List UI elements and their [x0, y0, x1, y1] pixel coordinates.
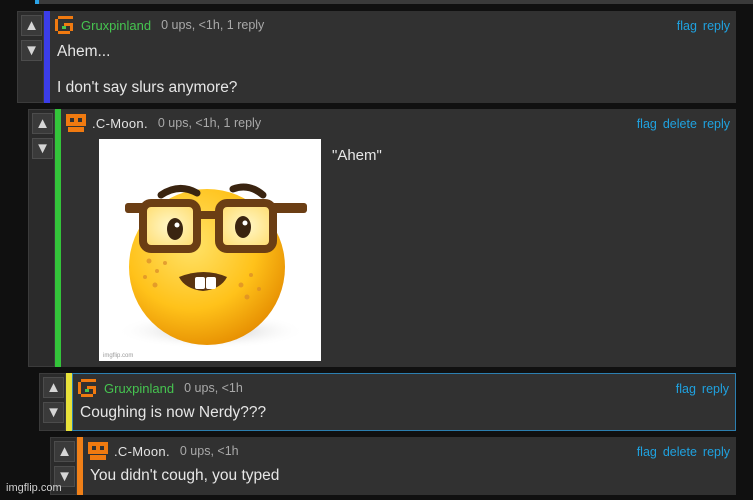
comment-meta: 0 ups, <1h — [179, 444, 239, 458]
vote-column: ▲ ▼ — [39, 373, 66, 431]
comment-actions: flag delete reply — [631, 117, 730, 131]
arrow-down-icon: ▼ — [35, 140, 50, 157]
previous-comment-edge — [35, 0, 753, 4]
reply-link[interactable]: reply — [703, 19, 730, 33]
comment-header: .C-Moon. 0 ups, <1h, 1 reply — [65, 113, 261, 133]
arrow-up-icon: ▲ — [46, 379, 61, 396]
imgflip-watermark: imgflip.com — [6, 482, 62, 494]
reply-link[interactable]: reply — [702, 382, 729, 396]
comment-text-line: Coughing is now Nerdy??? — [80, 404, 267, 421]
comment-text-line: Ahem... — [57, 43, 111, 60]
reply-link[interactable]: reply — [703, 445, 730, 459]
reply-link[interactable]: reply — [703, 117, 730, 131]
comment-meta: 0 ups, <1h — [184, 381, 243, 395]
comment-meta: 0 ups, <1h, 1 reply — [161, 18, 265, 32]
image-caption: "Ahem" — [332, 147, 382, 164]
gruxpinland-pixel-avatar-icon[interactable] — [77, 378, 101, 398]
comment-text-line: I don't say slurs anymore? — [57, 79, 238, 96]
comment-body: .C-Moon. 0 ups, <1h flag delete reply You … — [83, 437, 736, 495]
flag-link[interactable]: flag — [676, 382, 696, 396]
comment-4: ▲ ▼ .C-Moon. 0 ups, <1h flag delete reply … — [50, 437, 736, 495]
comment-actions: flag reply — [670, 382, 729, 396]
image-watermark: imgflip.com — [103, 353, 133, 359]
upvote-button[interactable]: ▲ — [32, 113, 53, 134]
comment-1: ▲ ▼ Gruxpinland 0 ups, <1h, 1 reply flag… — [17, 11, 736, 103]
arrow-down-icon: ▼ — [24, 42, 39, 59]
delete-link[interactable]: delete — [663, 445, 697, 459]
downvote-button[interactable]: ▼ — [43, 402, 64, 423]
arrow-up-icon: ▲ — [57, 443, 72, 460]
username-link[interactable]: .C-Moon. — [114, 444, 170, 459]
comment-actions: flag reply — [671, 19, 730, 33]
arrow-up-icon: ▲ — [24, 17, 39, 34]
gruxpinland-pixel-avatar-icon[interactable] — [54, 15, 78, 35]
upvote-button[interactable]: ▲ — [54, 441, 75, 462]
delete-link[interactable]: delete — [663, 117, 697, 131]
upvote-button[interactable]: ▲ — [43, 377, 64, 398]
comment-2: ▲ ▼ .C-Moon. 0 ups, <1h, 1 reply flag del… — [28, 109, 736, 367]
comment-meta: 0 ups, <1h, 1 reply — [157, 116, 262, 130]
comment-header: Gruxpinland 0 ups, <1h — [77, 378, 243, 398]
comment-body: .C-Moon. 0 ups, <1h, 1 reply flag delete r… — [61, 109, 736, 367]
arrow-down-icon: ▼ — [46, 404, 61, 421]
upvote-button[interactable]: ▲ — [21, 15, 42, 36]
cmoon-pixel-avatar-icon[interactable] — [87, 441, 111, 461]
cmoon-pixel-avatar-icon[interactable] — [65, 113, 89, 133]
flag-link[interactable]: flag — [677, 19, 697, 33]
comment-3: ▲ ▼ Gruxpinland 0 ups, <1h flag reply Cou… — [39, 373, 736, 431]
comment-header: .C-Moon. 0 ups, <1h — [87, 441, 239, 461]
downvote-button[interactable]: ▼ — [21, 40, 42, 61]
comment-body: Gruxpinland 0 ups, <1h flag reply Coughin… — [72, 373, 736, 431]
vote-column: ▲ ▼ — [17, 11, 44, 103]
nerd-emoji-image[interactable]: imgflip.com — [99, 139, 321, 361]
username-link[interactable]: Gruxpinland — [104, 381, 174, 396]
nerd-emoji-icon: imgflip.com — [103, 183, 307, 359]
flag-link[interactable]: flag — [637, 117, 657, 131]
flag-link[interactable]: flag — [637, 445, 657, 459]
vote-column: ▲ ▼ — [28, 109, 55, 367]
comment-actions: flag delete reply — [631, 445, 730, 459]
comment-header: Gruxpinland 0 ups, <1h, 1 reply — [54, 15, 264, 35]
comment-body: Gruxpinland 0 ups, <1h, 1 reply flag repl… — [50, 11, 736, 103]
username-link[interactable]: .C-Moon. — [92, 116, 148, 131]
arrow-up-icon: ▲ — [35, 115, 50, 132]
username-link[interactable]: Gruxpinland — [81, 18, 151, 33]
downvote-button[interactable]: ▼ — [32, 138, 53, 159]
comment-text-line: You didn't cough, you typed — [90, 467, 280, 484]
